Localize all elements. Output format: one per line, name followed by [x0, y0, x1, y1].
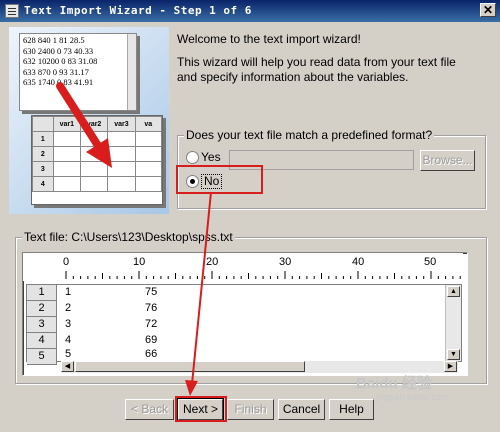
row-number: 3: [27, 317, 57, 333]
grid-header: var2: [79, 116, 109, 132]
grid-row-header: 2: [32, 146, 54, 162]
baidu-watermark: Baidu 经验: [356, 375, 432, 392]
row-number: 1: [27, 285, 57, 301]
grid-row-header: 4: [32, 176, 54, 192]
ruler-number: 10: [133, 256, 146, 268]
sample-line: 633 870 0 93 31.17: [23, 66, 89, 77]
row-number: 5: [27, 349, 57, 365]
text-file-path: Text file: C:\Users\123\Desktop\spss.txt: [22, 230, 235, 244]
horizontal-scroll-thumb[interactable]: [75, 361, 305, 372]
scroll-right-arrow-icon[interactable]: ▶: [444, 361, 457, 372]
text-import-wizard-dialog: Text Import Wizard - Step 1 of 6 ✕ 628 8…: [0, 0, 500, 432]
cancel-button[interactable]: Cancel: [278, 399, 325, 420]
raw-text-sample: 628 840 1 81 28.5 630 2400 0 73 40.33 63…: [19, 33, 137, 111]
preview-cell: 66: [145, 348, 158, 360]
grid-row-header: 1: [32, 131, 54, 147]
sample-line: 632 10200 0 83 31.08: [23, 56, 98, 67]
baidu-watermark-url: jingyan.baidu.com: [376, 392, 449, 402]
scroll-down-arrow-icon[interactable]: ▼: [447, 349, 460, 360]
row-number: 2: [27, 301, 57, 317]
preview-cell: 5: [65, 348, 72, 360]
ruler-number: 0: [63, 256, 70, 268]
welcome-heading: Welcome to the text import wizard!: [177, 32, 361, 46]
column-ruler: 0 10 20 30 40 50: [23, 253, 463, 281]
preview-vertical-scrollbar[interactable]: ▲ ▼: [445, 285, 461, 361]
title-bar: Text Import Wizard - Step 1 of 6 ✕: [0, 0, 500, 22]
sample-scrollbar: [127, 34, 136, 110]
wizard-illustration: 628 840 1 81 28.5 630 2400 0 73 40.33 63…: [9, 27, 169, 214]
preview-cell: 72: [145, 318, 158, 330]
yes-radio-label[interactable]: Yes: [201, 150, 221, 164]
grid-header: var1: [52, 116, 81, 132]
sample-line: 628 840 1 81 28.5: [23, 35, 85, 45]
wizard-app-icon: [5, 4, 19, 18]
yes-radio[interactable]: [186, 151, 199, 164]
grid-corner: [32, 116, 54, 132]
preview-cell: 1: [65, 286, 72, 298]
grid-header: var3: [107, 116, 136, 132]
grid-row-header: 3: [32, 161, 54, 177]
ruler-number: 20: [206, 256, 219, 268]
row-number: 4: [27, 333, 57, 349]
sample-grid: var1 var2 var3 va 1 2 3 4: [32, 116, 162, 192]
preview-data-area[interactable]: 1 1 75 2 2 76 3 3 72 4 4 69 5 5 66 ▲ ▼: [26, 284, 462, 365]
scroll-left-arrow-icon[interactable]: ◀: [61, 361, 74, 372]
scroll-up-arrow-icon[interactable]: ▲: [447, 286, 460, 297]
finish-button[interactable]: Finish: [227, 399, 274, 420]
help-button[interactable]: Help: [329, 399, 374, 420]
preview-cell: 75: [145, 286, 158, 298]
preview-cell: 69: [145, 334, 158, 346]
preview-cell: 76: [145, 302, 158, 314]
sample-line: 635 1740 0 83 41.91: [23, 77, 94, 88]
sample-line: 630 2400 0 73 40.33: [23, 45, 94, 56]
wizard-description: This wizard will help you read data from…: [177, 55, 456, 84]
ruler-number: 30: [279, 256, 292, 268]
no-option-highlight: [176, 165, 263, 194]
grid-header: va: [134, 116, 162, 132]
predefined-format-legend: Does your text file match a predefined f…: [184, 128, 435, 142]
ruler-number: 50: [424, 256, 437, 268]
ruler-number: 40: [352, 256, 365, 268]
next-button-highlight: [175, 396, 227, 422]
preview-cell: 3: [65, 318, 72, 330]
spreadsheet-sample: var1 var2 var3 va 1 2 3 4: [31, 115, 163, 205]
preview-cell: 2: [65, 302, 72, 314]
preview-cell: 4: [65, 334, 72, 346]
window-title: Text Import Wizard - Step 1 of 6: [24, 4, 252, 17]
back-button[interactable]: < Back: [125, 399, 174, 420]
browse-button[interactable]: Browse...: [420, 150, 475, 171]
text-file-preview: 0 10 20 30 40 50 1 1 75 2 2 76 3 3 72 4 …: [22, 252, 468, 376]
close-button[interactable]: ✕: [480, 3, 496, 17]
